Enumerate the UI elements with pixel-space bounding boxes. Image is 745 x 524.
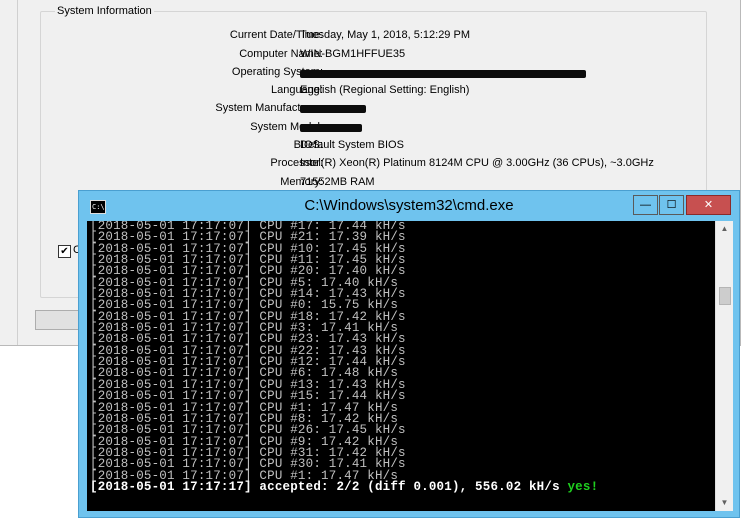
info-value: Tuesday, May 1, 2018, 5:12:29 PM [300, 29, 470, 41]
window-edge [0, 0, 18, 345]
maximize-button[interactable]: ☐ [659, 195, 684, 215]
cmd-window: C:\ C:\Windows\system32\cmd.exe — ☐ ✕ [2… [78, 190, 740, 518]
info-row-language: Language: English (Regional Setting: Eng… [41, 84, 706, 102]
info-row-operating-system: Operating System: [41, 66, 706, 84]
info-row-datetime: Current Date/Time: Tuesday, May 1, 2018,… [41, 29, 706, 47]
scroll-up-arrow-icon[interactable]: ▲ [716, 221, 733, 237]
info-value: Intel(R) Xeon(R) Platinum 8124M CPU @ 3.… [300, 157, 654, 169]
info-row-bios: BIOS: Default System BIOS [41, 139, 706, 157]
info-row-manufacturer: System Manufacturer: [41, 102, 706, 120]
info-value: Default System BIOS [300, 139, 404, 151]
redacted-value [300, 105, 366, 113]
group-title: System Information [55, 5, 154, 17]
info-value: 71552MB RAM [300, 176, 375, 188]
info-value: English (Regional Setting: English) [300, 84, 470, 96]
info-value: WIN-BGM1HFFUE35 [300, 48, 406, 60]
checkbox[interactable]: ✔ [58, 245, 71, 258]
accepted-text: [2018-05-01 17:17:17] accepted: 2/2 (dif… [90, 479, 568, 494]
yes-text: yes! [567, 479, 599, 494]
console-output[interactable]: [2018-05-01 17:17:07] CPU #17: 17.44 kH/… [87, 221, 715, 511]
close-button[interactable]: ✕ [686, 195, 731, 215]
info-row-processor: Processor: Intel(R) Xeon(R) Platinum 812… [41, 157, 706, 175]
redacted-value [300, 124, 362, 132]
scroll-down-arrow-icon[interactable]: ▼ [716, 495, 733, 511]
info-row-computer-name: Computer Name: WIN-BGM1HFFUE35 [41, 48, 706, 66]
redacted-value [300, 70, 586, 78]
title-bar[interactable]: C:\ C:\Windows\system32\cmd.exe — ☐ ✕ [79, 191, 739, 221]
info-row-model: System Model: [41, 121, 706, 139]
console-line-accepted: [2018-05-01 17:17:17] accepted: 2/2 (dif… [90, 479, 599, 494]
console-lines: [2018-05-01 17:17:07] CPU #17: 17.44 kH/… [90, 221, 598, 493]
minimize-button[interactable]: — [633, 195, 658, 215]
vertical-scrollbar[interactable]: ▲ ▼ [715, 221, 733, 511]
dialog-button[interactable] [35, 310, 83, 330]
scroll-thumb[interactable] [719, 287, 731, 305]
